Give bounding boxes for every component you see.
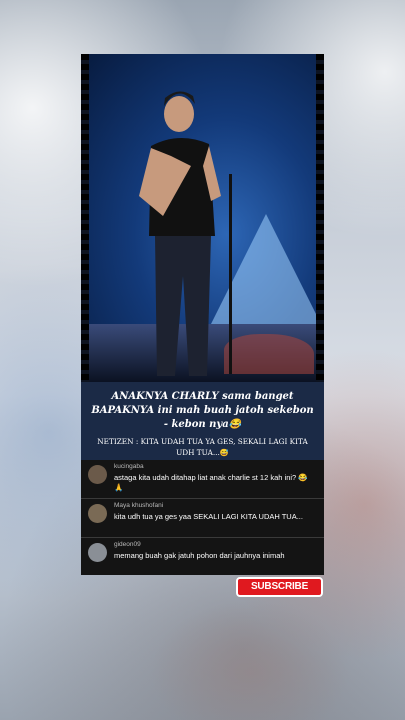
comment-item[interactable]: Maya khushofani kita udh tua ya ges yaa … bbox=[81, 499, 324, 538]
comment-username[interactable]: kucingaba bbox=[114, 463, 144, 470]
subscribe-button[interactable]: SUBSCRIBE bbox=[236, 577, 323, 597]
comment-text: kita udh tua ya ges yaa SEKALI LAGI KITA… bbox=[114, 512, 303, 521]
avatar[interactable] bbox=[88, 543, 107, 562]
video-card: ANAKNYA CHARLY sama banget BAPAKNYA ini … bbox=[81, 54, 324, 575]
comment-text: astaga kita udah ditahap liat anak charl… bbox=[114, 473, 308, 492]
film-sprocket-right bbox=[316, 54, 324, 382]
caption-box: ANAKNYA CHARLY sama banget BAPAKNYA ini … bbox=[81, 382, 324, 460]
singer-figure bbox=[139, 91, 221, 376]
avatar[interactable] bbox=[88, 504, 107, 523]
film-sprocket-left bbox=[81, 54, 89, 382]
background-hands bbox=[150, 600, 350, 720]
caption-title: ANAKNYA CHARLY sama banget BAPAKNYA ini … bbox=[91, 391, 314, 430]
comment-username[interactable]: Maya khushofani bbox=[114, 502, 163, 509]
video-frame[interactable] bbox=[81, 54, 324, 382]
comment-item[interactable]: gideon09 memang buah gak jatuh pohon dar… bbox=[81, 538, 324, 575]
comment-text: memang buah gak jatuh pohon dari jauhnya… bbox=[114, 551, 285, 560]
comment-item[interactable]: kucingaba astaga kita udah ditahap liat … bbox=[81, 460, 324, 499]
comment-list: kucingaba astaga kita udah ditahap liat … bbox=[81, 460, 324, 575]
avatar[interactable] bbox=[88, 465, 107, 484]
comment-username[interactable]: gideon09 bbox=[114, 541, 141, 548]
caption-subtitle: NETIZEN : KITA UDAH TUA YA GES, SEKALI L… bbox=[97, 437, 308, 457]
